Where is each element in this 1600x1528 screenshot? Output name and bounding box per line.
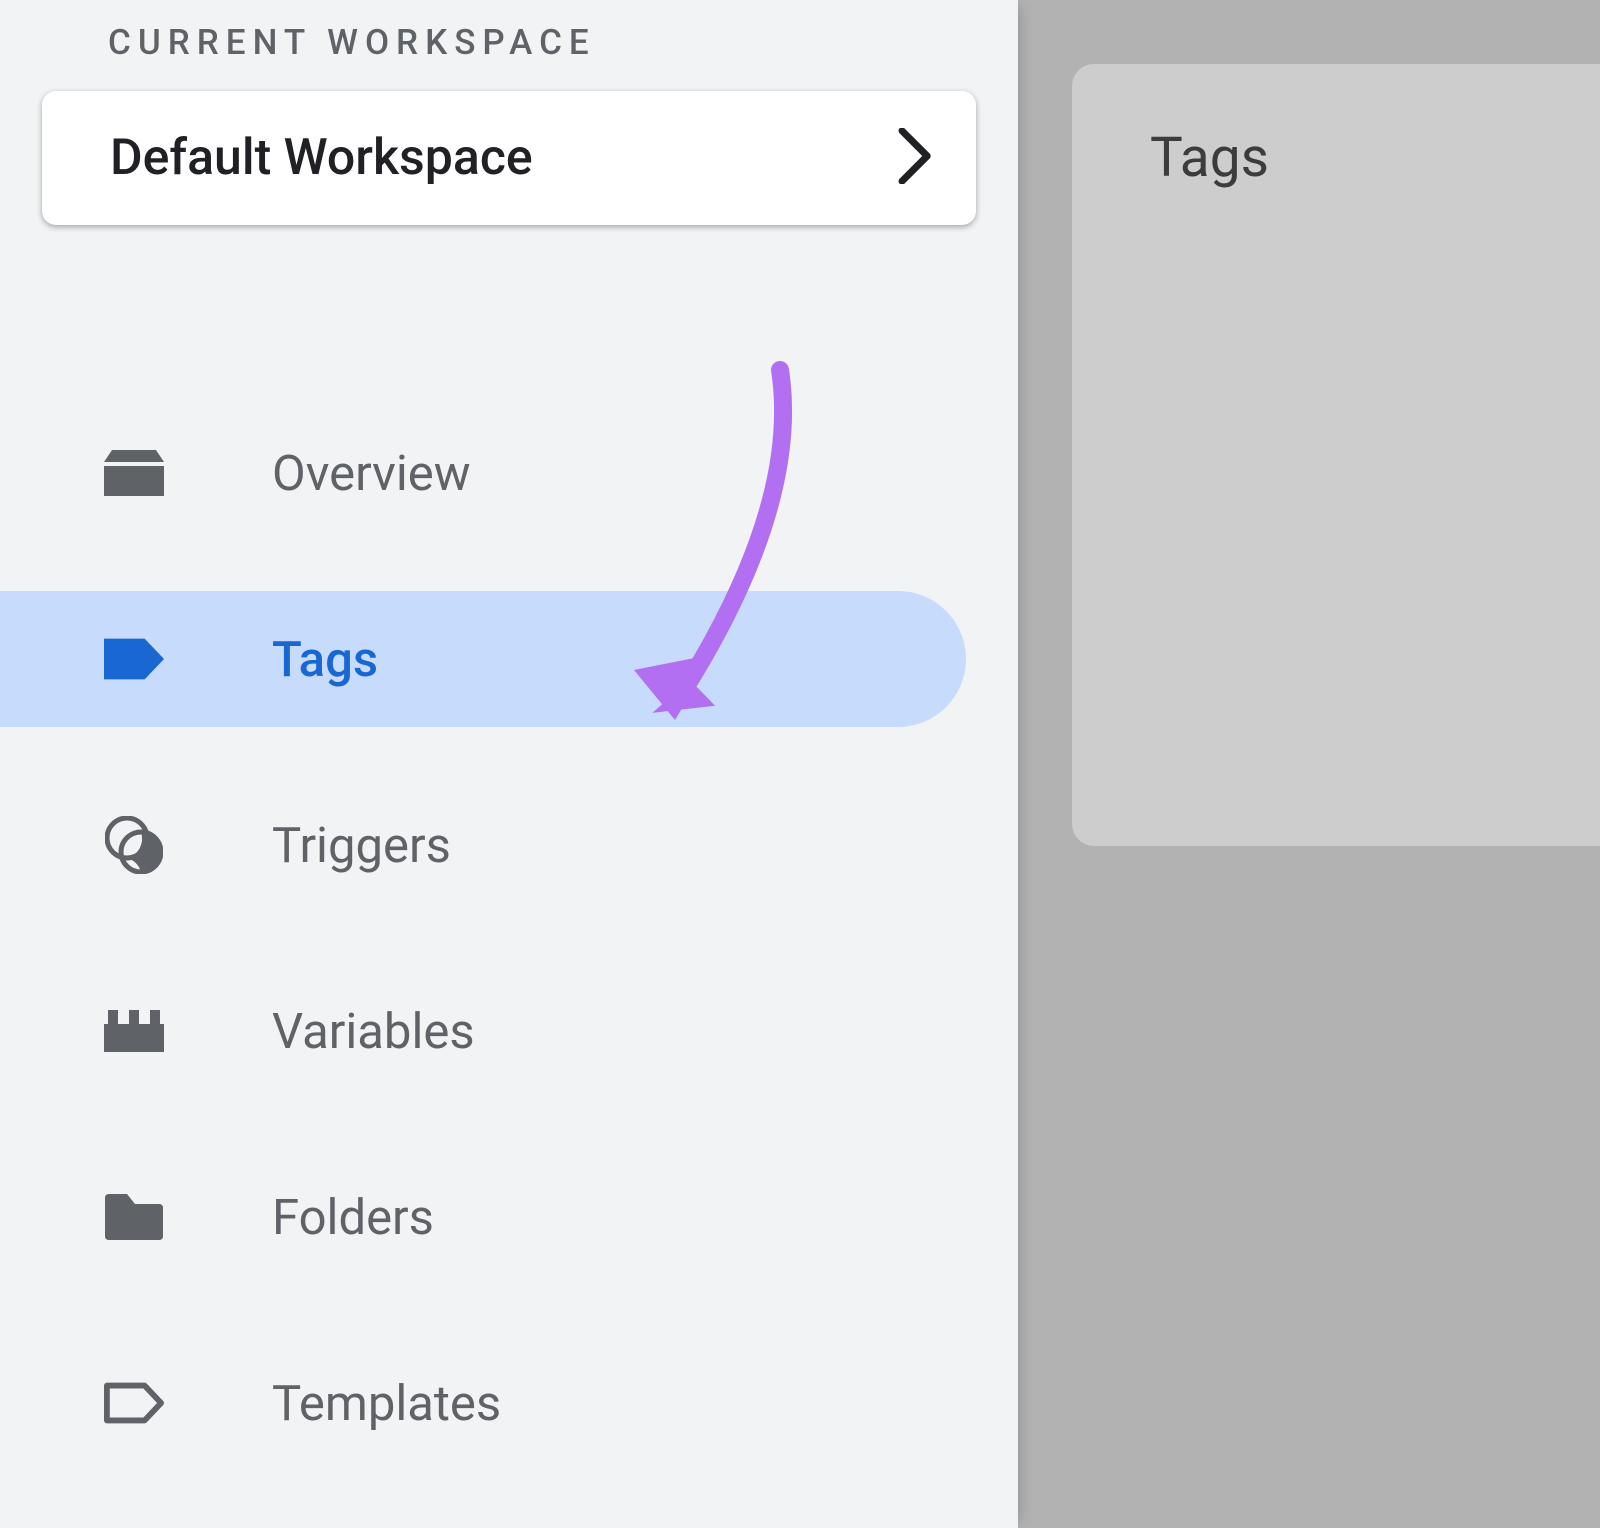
triggers-icon <box>104 815 164 875</box>
sidebar-item-tags[interactable]: Tags <box>0 591 966 727</box>
sidebar-item-templates[interactable]: Templates <box>0 1335 966 1471</box>
main-content: Tags <box>1018 0 1600 1528</box>
overview-icon <box>104 443 164 503</box>
sidebar-item-label: Triggers <box>272 817 451 874</box>
workspace-selector[interactable]: Default Workspace <box>42 91 976 225</box>
panel-title: Tags <box>1150 126 1600 190</box>
sidebar-item-label: Tags <box>272 631 378 688</box>
variables-icon <box>104 1001 164 1061</box>
chevron-right-icon <box>898 128 934 188</box>
sidebar-item-label: Variables <box>272 1003 475 1060</box>
sidebar-item-folders[interactable]: Folders <box>0 1149 966 1285</box>
workspace-name: Default Workspace <box>110 129 533 187</box>
tag-icon <box>104 629 164 689</box>
sidebar-item-label: Folders <box>272 1189 434 1246</box>
app-root: CURRENT WORKSPACE Default Workspace Over… <box>0 0 1600 1528</box>
template-icon <box>104 1373 164 1433</box>
sidebar-nav: Overview Tags Triggers <box>0 405 1018 1471</box>
tags-panel: Tags <box>1072 64 1600 846</box>
sidebar: CURRENT WORKSPACE Default Workspace Over… <box>0 0 1018 1528</box>
workspace-section-header: CURRENT WORKSPACE <box>0 22 1018 63</box>
sidebar-item-overview[interactable]: Overview <box>0 405 966 541</box>
sidebar-item-label: Overview <box>272 445 471 502</box>
folder-icon <box>104 1187 164 1247</box>
sidebar-item-variables[interactable]: Variables <box>0 963 966 1099</box>
sidebar-item-label: Templates <box>272 1375 501 1432</box>
sidebar-item-triggers[interactable]: Triggers <box>0 777 966 913</box>
